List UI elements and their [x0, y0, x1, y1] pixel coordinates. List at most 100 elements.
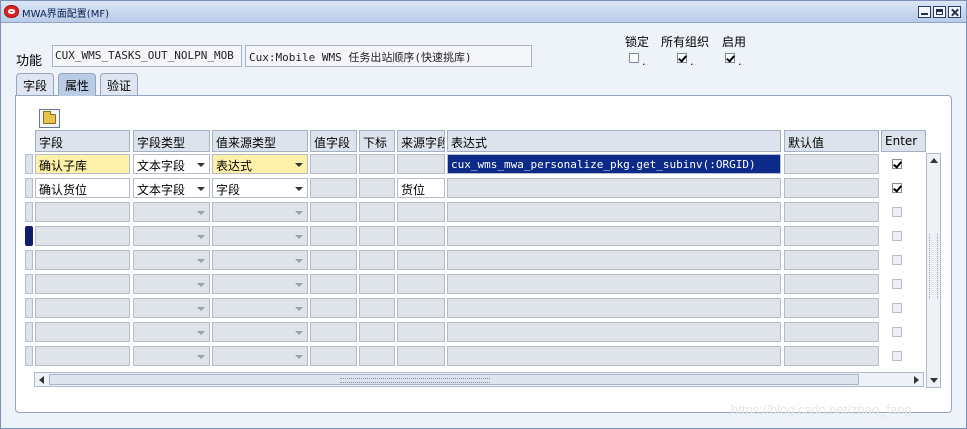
empty-field-type-cell[interactable] [133, 322, 210, 342]
horizontal-scroll-track[interactable] [49, 374, 859, 385]
empty-field-cell[interactable] [35, 226, 130, 246]
current-record-indicator[interactable] [25, 226, 33, 246]
empty-value-source-type-cell[interactable] [212, 202, 308, 222]
empty-expression-cell[interactable] [447, 202, 781, 222]
row1-default-value-cell[interactable] [784, 154, 879, 174]
empty-field-cell[interactable] [35, 250, 130, 270]
empty-source-field-cell[interactable] [397, 250, 445, 270]
empty-value-field-cell[interactable] [310, 202, 357, 222]
empty-field-cell[interactable] [35, 322, 130, 342]
horizontal-scrollbar[interactable] [34, 372, 924, 387]
row-indicator[interactable] [25, 154, 33, 174]
all-orgs-checkbox[interactable] [677, 53, 687, 63]
row1-enter-checkbox[interactable] [892, 159, 902, 169]
empty-value-source-type-cell[interactable] [212, 226, 308, 246]
empty-enter-checkbox[interactable] [892, 279, 902, 289]
empty-default-value-cell[interactable] [784, 226, 879, 246]
empty-value-source-type-cell[interactable] [212, 298, 308, 318]
scroll-left-arrow-icon[interactable] [39, 376, 44, 384]
empty-field-type-cell[interactable] [133, 250, 210, 270]
minimize-button[interactable] [918, 6, 931, 18]
empty-value-field-cell[interactable] [310, 322, 357, 342]
row-indicator[interactable] [25, 202, 33, 222]
empty-subscript-cell[interactable] [359, 202, 395, 222]
empty-enter-checkbox[interactable] [892, 327, 902, 337]
empty-subscript-cell[interactable] [359, 250, 395, 270]
row-indicator[interactable] [25, 322, 33, 342]
empty-field-cell[interactable] [35, 274, 130, 294]
empty-field-type-cell[interactable] [133, 226, 210, 246]
row1-subscript-cell[interactable] [359, 154, 395, 174]
empty-source-field-cell[interactable] [397, 322, 445, 342]
open-folder-button[interactable] [39, 109, 60, 128]
tab-fields[interactable]: 字段 [16, 73, 55, 95]
empty-expression-cell[interactable] [447, 346, 781, 366]
tab-properties[interactable]: 属性 [58, 73, 97, 96]
row2-expression-cell[interactable] [447, 178, 781, 198]
empty-field-cell[interactable] [35, 202, 130, 222]
empty-value-field-cell[interactable] [310, 226, 357, 246]
empty-enter-checkbox[interactable] [892, 255, 902, 265]
empty-default-value-cell[interactable] [784, 298, 879, 318]
empty-expression-cell[interactable] [447, 226, 781, 246]
empty-subscript-cell[interactable] [359, 298, 395, 318]
row1-value-field-cell[interactable] [310, 154, 357, 174]
empty-expression-cell[interactable] [447, 274, 781, 294]
empty-source-field-cell[interactable] [397, 202, 445, 222]
empty-default-value-cell[interactable] [784, 202, 879, 222]
row-indicator[interactable] [25, 178, 33, 198]
empty-default-value-cell[interactable] [784, 274, 879, 294]
empty-expression-cell[interactable] [447, 298, 781, 318]
empty-field-cell[interactable] [35, 298, 130, 318]
row2-default-value-cell[interactable] [784, 178, 879, 198]
empty-field-type-cell[interactable] [133, 202, 210, 222]
empty-subscript-cell[interactable] [359, 346, 395, 366]
row2-source-field-cell[interactable]: 货位 [397, 178, 445, 198]
row2-value-source-type-select[interactable]: 字段 [212, 178, 308, 198]
row2-subscript-cell[interactable] [359, 178, 395, 198]
function-description-field[interactable]: Cux:Mobile WMS 任务出站顺序(快速挑库) [245, 45, 532, 67]
empty-field-type-cell[interactable] [133, 298, 210, 318]
empty-value-source-type-cell[interactable] [212, 346, 308, 366]
row1-source-field-cell[interactable] [397, 154, 445, 174]
row1-field-cell[interactable]: 确认子库 [35, 154, 130, 174]
empty-value-field-cell[interactable] [310, 250, 357, 270]
empty-enter-checkbox[interactable] [892, 351, 902, 361]
row2-value-field-cell[interactable] [310, 178, 357, 198]
close-button[interactable] [948, 6, 961, 18]
row1-value-source-type-select[interactable]: 表达式 [212, 154, 308, 174]
empty-field-type-cell[interactable] [133, 346, 210, 366]
empty-enter-checkbox[interactable] [892, 207, 902, 217]
empty-field-type-cell[interactable] [133, 274, 210, 294]
empty-enter-checkbox[interactable] [892, 303, 902, 313]
empty-subscript-cell[interactable] [359, 274, 395, 294]
scroll-down-arrow-icon[interactable] [930, 378, 938, 383]
empty-default-value-cell[interactable] [784, 346, 879, 366]
function-code-field[interactable]: CUX_WMS_TASKS_OUT_NOLPN_MOB [52, 45, 242, 67]
row2-field-type-select[interactable]: 文本字段 [133, 178, 210, 198]
vertical-scrollbar[interactable] [926, 153, 941, 388]
empty-source-field-cell[interactable] [397, 274, 445, 294]
scroll-up-arrow-icon[interactable] [930, 158, 938, 163]
row1-field-type-select[interactable]: 文本字段 [133, 154, 210, 174]
empty-value-source-type-cell[interactable] [212, 274, 308, 294]
empty-enter-checkbox[interactable] [892, 231, 902, 241]
empty-subscript-cell[interactable] [359, 226, 395, 246]
empty-value-field-cell[interactable] [310, 346, 357, 366]
empty-expression-cell[interactable] [447, 250, 781, 270]
empty-source-field-cell[interactable] [397, 298, 445, 318]
lock-checkbox[interactable] [629, 53, 639, 63]
row-indicator[interactable] [25, 274, 33, 294]
vertical-scroll-thumb[interactable] [929, 234, 938, 299]
enabled-checkbox[interactable] [725, 53, 735, 63]
row-indicator[interactable] [25, 298, 33, 318]
row2-enter-checkbox[interactable] [892, 183, 902, 193]
empty-field-cell[interactable] [35, 346, 130, 366]
maximize-button[interactable] [933, 6, 946, 18]
empty-value-source-type-cell[interactable] [212, 250, 308, 270]
row-indicator[interactable] [25, 250, 33, 270]
empty-source-field-cell[interactable] [397, 226, 445, 246]
row2-field-cell[interactable]: 确认货位 [35, 178, 130, 198]
scroll-right-arrow-icon[interactable] [914, 376, 919, 384]
empty-expression-cell[interactable] [447, 322, 781, 342]
